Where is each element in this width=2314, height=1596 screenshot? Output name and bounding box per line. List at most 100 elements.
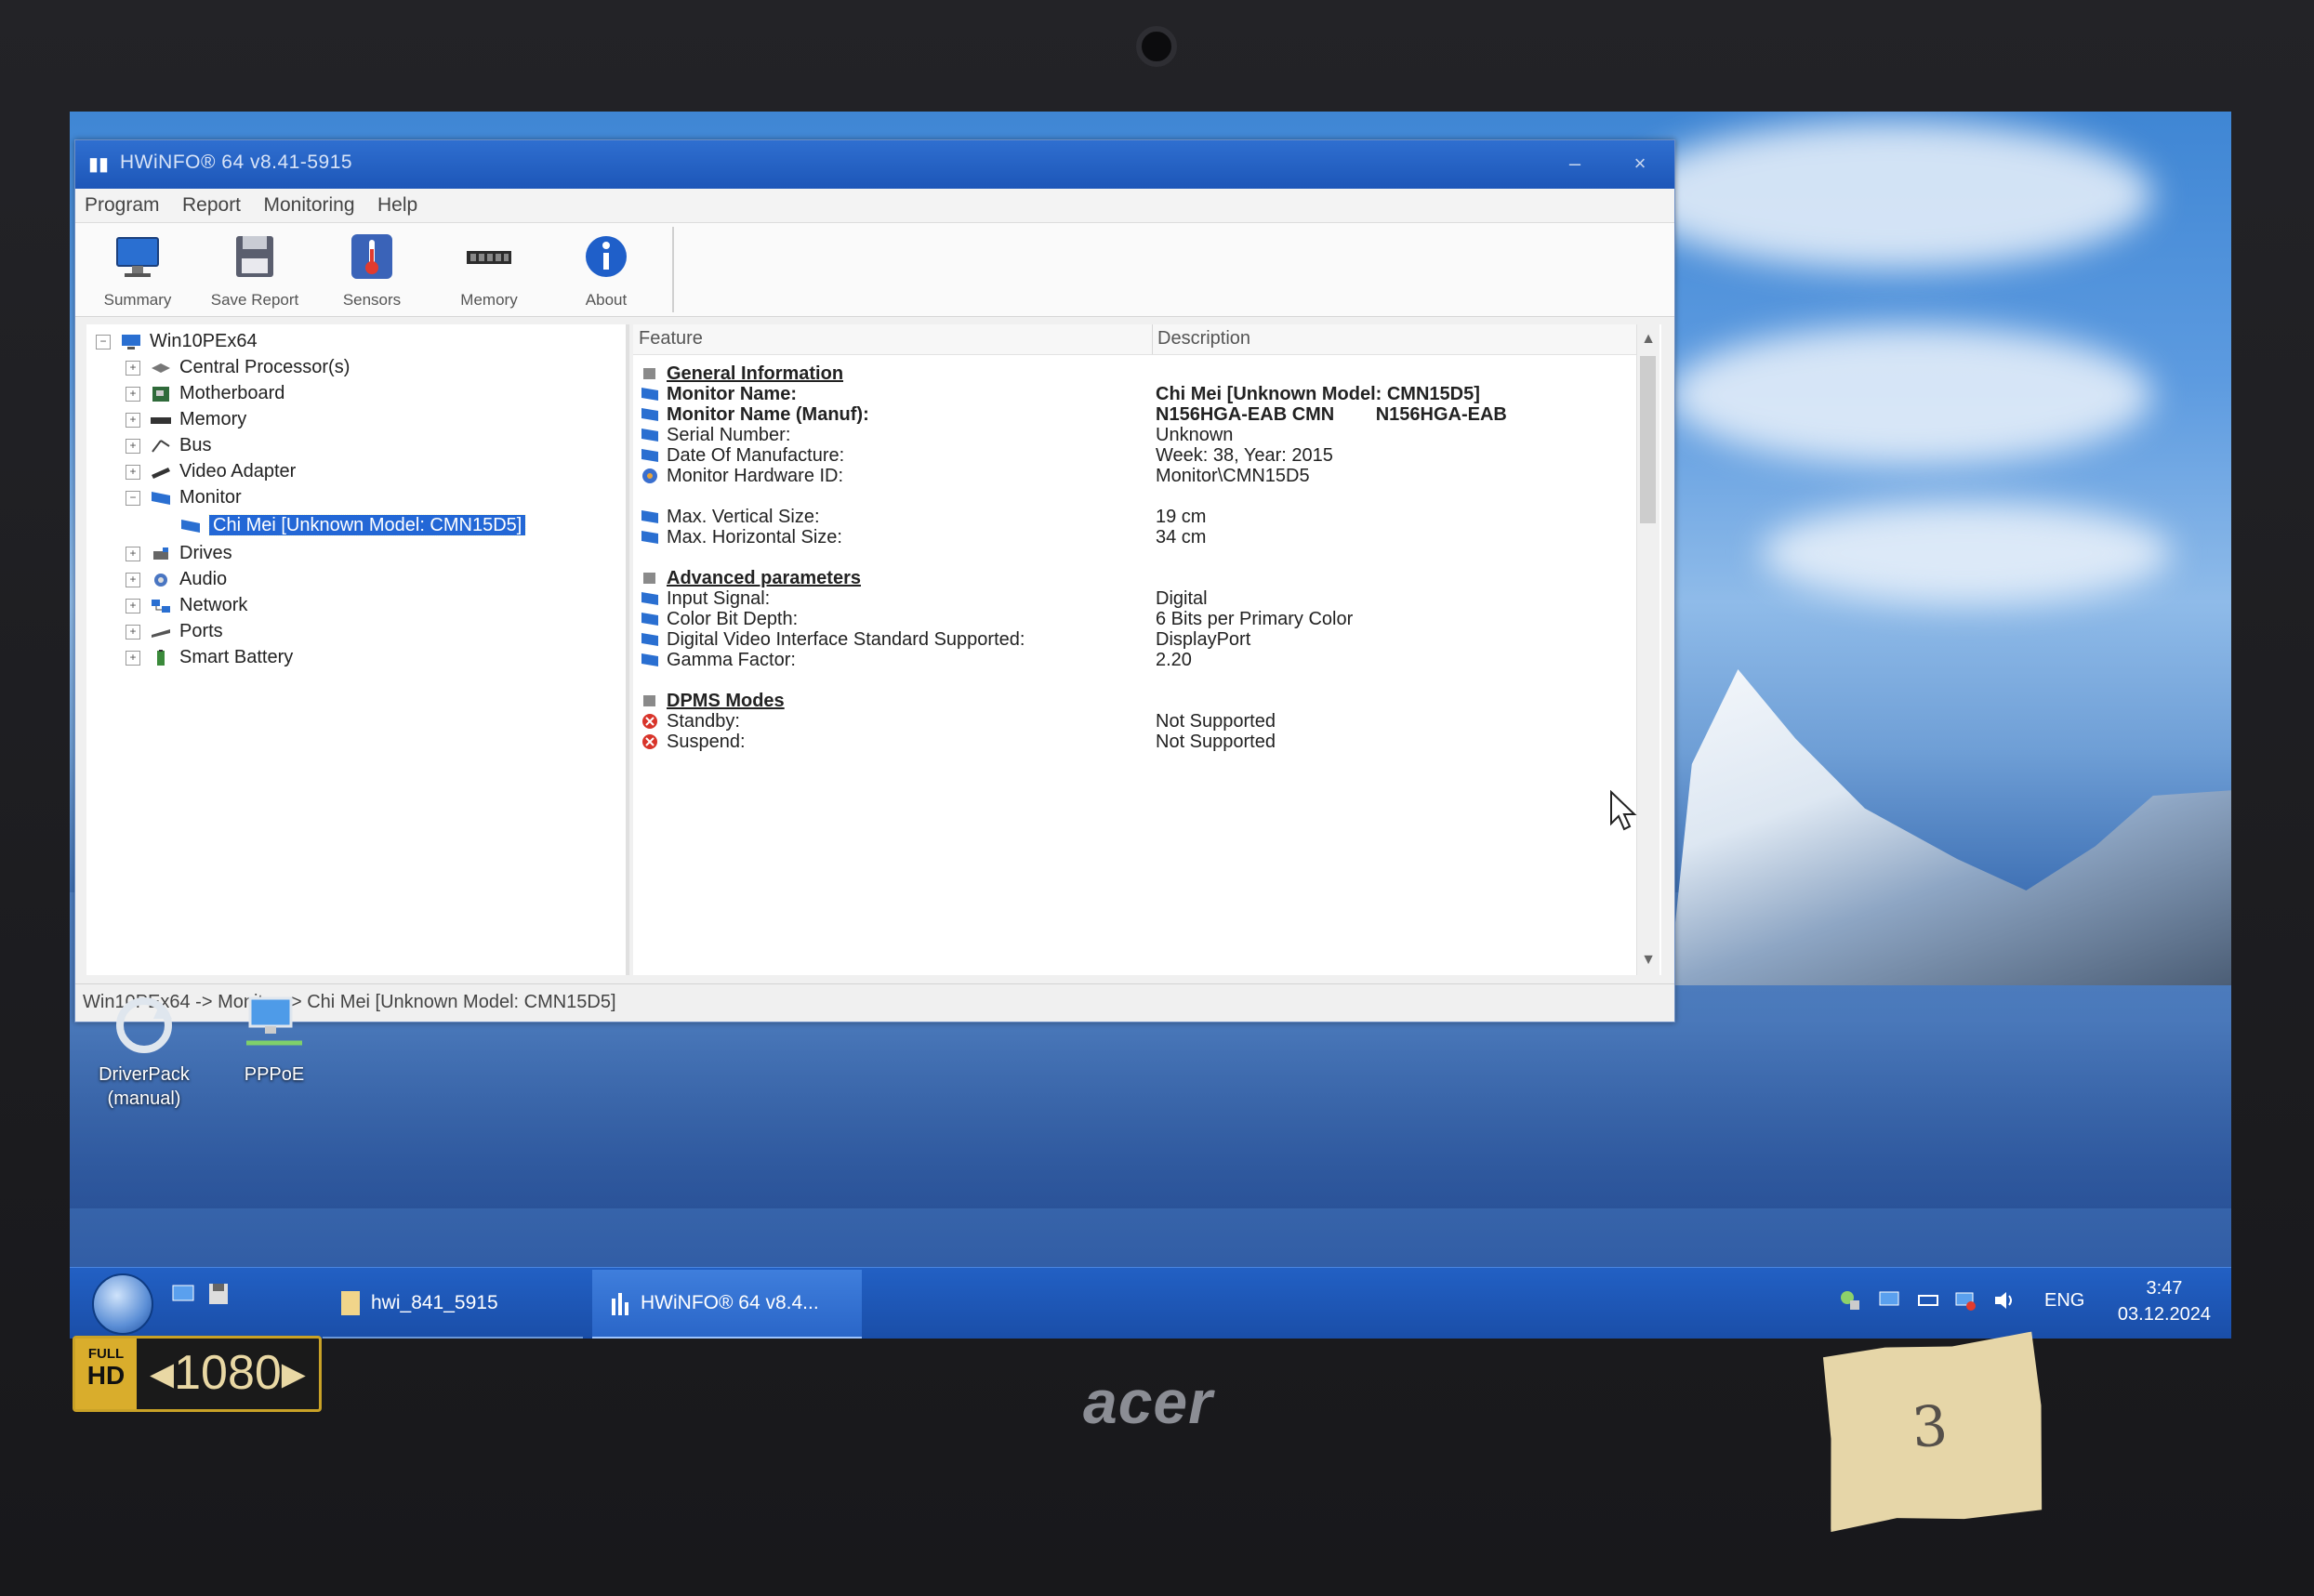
expand-icon[interactable]: +: [126, 412, 140, 428]
tree-item-monitor[interactable]: − Monitor: [126, 484, 242, 510]
tree-item-label: Central Processor(s): [179, 357, 350, 377]
grid-header: Feature Description: [633, 324, 1637, 355]
menu-bar: Program Report Monitoring Help: [75, 189, 1674, 223]
tree-item-memory[interactable]: + Memory: [126, 406, 246, 432]
expand-icon[interactable]: +: [126, 650, 140, 666]
acer-logo: acer: [1083, 1367, 1213, 1436]
tree-item-label: Monitor: [179, 487, 242, 508]
expand-icon[interactable]: +: [126, 572, 140, 587]
full-hd-sticker: FULL HD ◂1080▸: [73, 1336, 322, 1412]
tree-item-cpu[interactable]: + Central Processor(s): [126, 354, 350, 380]
menu-help[interactable]: Help: [368, 189, 427, 222]
menu-report[interactable]: Report: [173, 189, 250, 222]
memory-button[interactable]: Memory: [434, 229, 544, 312]
input-language[interactable]: ENG: [2044, 1290, 2084, 1312]
summary-button[interactable]: Summary: [83, 229, 192, 312]
monitor-icon: [181, 519, 200, 533]
expand-icon[interactable]: +: [126, 360, 140, 376]
sensors-button[interactable]: Sensors: [317, 229, 427, 312]
expand-icon[interactable]: +: [126, 624, 140, 640]
speaker-icon: [154, 573, 167, 587]
minimize-icon[interactable]: –: [1559, 148, 1591, 179]
tree-item-chi-mei-monitor[interactable]: Chi Mei [Unknown Model: CMN15D5]: [179, 512, 527, 538]
expand-icon[interactable]: +: [126, 438, 140, 454]
taskbar-item-hwi-folder[interactable]: hwi_841_5915: [323, 1270, 583, 1339]
show-desktop-icon[interactable]: [170, 1281, 196, 1307]
title-bar[interactable]: ▮▮ HWiNFO® 64 v8.41-5915 – ×: [75, 140, 1674, 189]
tree-item-video-adapter[interactable]: + Video Adapter: [126, 458, 296, 484]
description-cell: Monitor\CMN15D5: [1156, 466, 1310, 486]
about-button[interactable]: About: [551, 229, 661, 312]
expand-icon[interactable]: +: [126, 546, 140, 561]
tree-item-label: Video Adapter: [179, 461, 297, 481]
badge-resolution-text: 1080: [174, 1346, 282, 1400]
hwinfo-window[interactable]: ▮▮ HWiNFO® 64 v8.41-5915 – × Program Rep…: [74, 139, 1675, 1022]
scrollbar-thumb[interactable]: [1640, 356, 1656, 523]
grid-row[interactable]: Monitor Hardware ID: Monitor\CMN15D5: [639, 460, 1624, 492]
floppy-icon[interactable]: [205, 1281, 231, 1307]
vertical-scrollbar[interactable]: ▲ ▼: [1636, 324, 1659, 975]
grid-row[interactable]: Gamma Factor: 2.20: [639, 644, 1624, 676]
usb-tray-icon[interactable]: [1916, 1288, 1940, 1312]
monitor-icon: [152, 491, 170, 505]
cpu-icon: [152, 363, 170, 373]
description-cell: Not Supported: [1156, 732, 1276, 752]
tree-item-label: Motherboard: [179, 383, 285, 403]
desktop-icon-label: DriverPack (manual): [99, 1064, 190, 1109]
tree-item-smart-battery[interactable]: + Smart Battery: [126, 644, 293, 670]
expand-icon[interactable]: +: [126, 464, 140, 480]
cloud: [1632, 121, 2152, 270]
network-tray-icon[interactable]: [1838, 1288, 1862, 1312]
grid-row[interactable]: Max. Horizontal Size: 34 cm: [639, 521, 1624, 553]
tree-item-label: Drives: [179, 543, 232, 563]
scroll-up-icon[interactable]: ▲: [1637, 326, 1659, 352]
menu-monitoring[interactable]: Monitoring: [254, 189, 364, 222]
motherboard-icon: [152, 386, 169, 402]
tree-item-audio[interactable]: + Audio: [126, 566, 227, 592]
battery-icon: [157, 649, 165, 666]
description-cell: 34 cm: [1156, 527, 1207, 547]
floppy-icon: [236, 236, 273, 277]
network-status-tray-icon[interactable]: [1953, 1288, 1977, 1312]
close-icon[interactable]: ×: [1624, 148, 1656, 179]
info-icon: [586, 236, 627, 277]
scroll-down-icon[interactable]: ▼: [1637, 947, 1659, 973]
collapse-icon[interactable]: −: [126, 490, 140, 506]
details-grid[interactable]: Feature Description General Information M…: [633, 324, 1661, 975]
taskbar-item-hwinfo[interactable]: HWiNFO® 64 v8.4...: [592, 1270, 862, 1339]
column-divider[interactable]: [1152, 324, 1153, 354]
expand-icon[interactable]: +: [126, 598, 140, 613]
cloud: [1669, 325, 2152, 465]
volume-icon[interactable]: [1992, 1288, 2016, 1312]
thermometer-icon: [351, 234, 392, 279]
clock[interactable]: 3:47 03.12.2024: [2118, 1275, 2211, 1327]
tree-item-bus[interactable]: + Bus: [126, 432, 211, 458]
start-button[interactable]: [92, 1273, 153, 1335]
column-header-description[interactable]: Description: [1157, 328, 1250, 350]
tree-item-drives[interactable]: + Drives: [126, 540, 232, 566]
feature-cell: Gamma Factor:: [667, 650, 796, 670]
tree-root[interactable]: − Win10PEx64: [96, 328, 258, 354]
badge-hd-text: HD: [86, 1361, 126, 1390]
column-header-feature[interactable]: Feature: [639, 328, 703, 350]
window-title: HWiNFO® 64 v8.41-5915: [120, 152, 353, 173]
tree-item-ports[interactable]: + Ports: [126, 618, 223, 644]
port-icon: [152, 628, 170, 638]
desktop-icon-pppoe[interactable]: PPPoE: [209, 993, 339, 1087]
save-report-button[interactable]: Save Report: [200, 229, 310, 312]
desktop-icon-label: PPPoE: [244, 1064, 305, 1085]
expand-icon[interactable]: +: [126, 386, 140, 402]
grid-row[interactable]: Suspend: Not Supported: [639, 726, 1624, 758]
device-tree[interactable]: − Win10PEx64 + Central Processor(s) + Mothe…: [86, 324, 629, 975]
desktop-icon-driverpack[interactable]: DriverPack (manual): [79, 993, 209, 1111]
tree-item-motherboard[interactable]: + Motherboard: [126, 380, 284, 406]
refresh-icon: [116, 997, 172, 1053]
collapse-icon[interactable]: −: [96, 334, 111, 350]
display-tray-icon[interactable]: [1877, 1288, 1901, 1312]
mouse-cursor-icon: [1610, 790, 1637, 831]
tree-item-network[interactable]: + Network: [126, 592, 247, 618]
screen: ▮▮ HWiNFO® 64 v8.41-5915 – × Program Rep…: [70, 112, 2231, 1339]
menu-program[interactable]: Program: [75, 189, 169, 222]
monitor-icon: [641, 531, 658, 544]
save-report-label: Save Report: [210, 291, 299, 309]
